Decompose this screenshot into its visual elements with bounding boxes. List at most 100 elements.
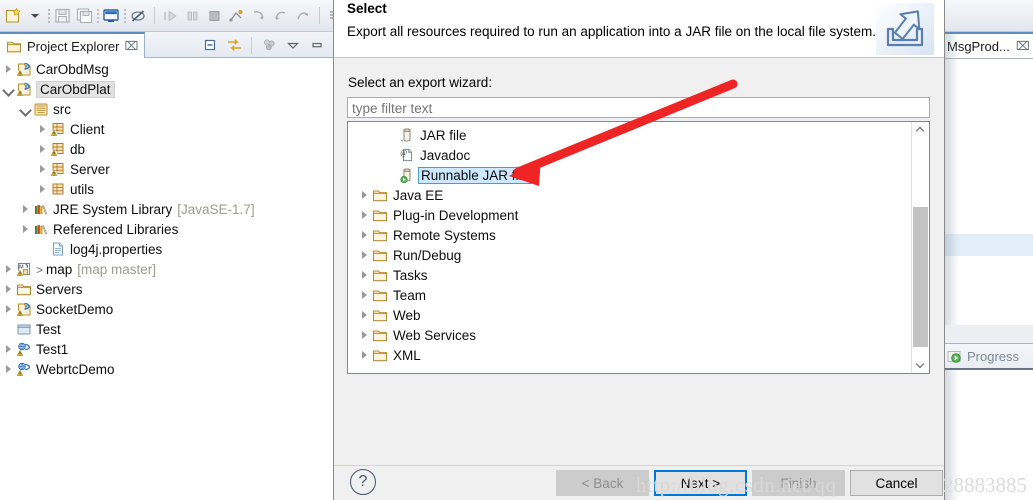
tab-progress[interactable]: Progress [947,344,1019,368]
tree-item-label: SocketDemo [36,301,114,317]
wizard-item-web[interactable]: Web [348,305,911,325]
chevron-down-icon[interactable] [2,79,15,99]
chevron-right-icon[interactable] [2,279,15,299]
chevron-right-icon[interactable] [357,245,371,265]
chevron-right-icon[interactable] [36,179,49,199]
chevron-right-icon[interactable] [357,225,371,245]
folder-icon [371,226,389,244]
tree-item-label: Referenced Libraries [53,221,179,237]
chevron-right-icon[interactable] [2,59,15,79]
progress-tab-underline [945,368,1033,370]
chevron-right-icon[interactable] [357,285,371,305]
wizard-item-javadoc[interactable]: @ Javadoc [348,145,911,165]
cancel-button[interactable]: Cancel [850,470,943,496]
chevron-right-icon[interactable] [357,185,371,205]
scroll-down-icon[interactable] [912,356,929,373]
wizard-tree-rows[interactable]: JAR file @ Javadoc Runnable JAR file Java EE… [348,122,911,373]
view-menu-icon[interactable] [257,33,281,57]
tree-item-socketdemo[interactable]: SocketDemo [0,299,333,319]
tree-item-client[interactable]: Client [0,119,333,139]
chevron-right-icon[interactable] [2,259,15,279]
wizard-item-runnable-jar-file[interactable]: Runnable JAR file [348,165,911,185]
wizard-item-remote-systems[interactable]: Remote Systems [348,225,911,245]
wizard-item-java-ee[interactable]: Java EE [348,185,911,205]
tree-item-server[interactable]: Server [0,159,333,179]
link-with-editor-icon[interactable] [222,33,246,57]
collapse-all-icon[interactable] [198,33,222,57]
save-all-icon[interactable] [73,5,95,27]
close-icon[interactable]: ⌧ [124,40,138,52]
tree-item-text: Test1 [36,342,68,357]
scrollbar-thumb[interactable] [913,207,928,347]
tree-item-webrtcdemo[interactable]: WebrtcDemo [0,359,333,379]
folder-icon [371,346,389,364]
new-wizard-icon[interactable] [2,5,24,27]
tree-item-carobdmsg[interactable]: CarObdMsg [0,59,333,79]
tree-item-text: Server [70,162,110,177]
scroll-up-icon[interactable] [912,122,929,139]
step-over-icon[interactable] [248,5,270,27]
eclipse-ide-window: Project Explorer ⌧ CarObdMsg CarObdPlat … [0,0,1033,500]
help-button[interactable]: ? [350,469,376,495]
wizard-item-run-debug[interactable]: Run/Debug [348,245,911,265]
chevron-right-icon[interactable] [2,299,15,319]
package-warning-icon [49,160,67,178]
chevron-right-icon[interactable] [36,119,49,139]
tree-item-src[interactable]: src [0,99,333,119]
chevron-down-icon[interactable] [19,99,32,119]
tree-item-map[interactable]: M > map [map master] [0,259,333,279]
package-warning-icon [49,140,67,158]
step-return-icon[interactable] [270,5,292,27]
tree-item-referenced-libraries[interactable]: Referenced Libraries [0,219,333,239]
tree-item-test1[interactable]: Test1 [0,339,333,359]
chevron-right-icon[interactable] [357,205,371,225]
chevron-right-icon[interactable] [357,305,371,325]
wizard-item-tasks[interactable]: Tasks [348,265,911,285]
wizard-list-scrollbar[interactable] [911,122,929,373]
toolbar-separator-1 [154,7,155,24]
run-icon[interactable] [160,5,182,27]
tree-item-label: JRE System Library [53,201,173,217]
chevron-right-icon[interactable] [36,159,49,179]
tree-item-test[interactable]: Test [0,319,333,339]
chevron-right-icon[interactable] [19,219,32,239]
chevron-right-icon[interactable] [357,345,371,365]
tree-item-utils[interactable]: utils [0,179,333,199]
console-icon[interactable] [100,5,122,27]
step-into-icon[interactable] [226,5,248,27]
wizard-item-web-services[interactable]: Web Services [348,325,911,345]
chevron-right-icon[interactable] [36,139,49,159]
wizard-tree-list[interactable]: JAR file @ Javadoc Runnable JAR file Java EE… [347,121,930,374]
save-icon[interactable] [51,5,73,27]
chevron-right-icon[interactable] [357,325,371,345]
chevron-right-icon[interactable] [2,359,15,379]
tree-item-label: CarObdMsg [36,61,109,77]
tree-item-log4j-properties[interactable]: log4j.properties [0,239,333,259]
wizard-item-jar-file[interactable]: JAR file [348,125,911,145]
skip-breakpoints-icon[interactable] [127,5,149,27]
stop-icon[interactable] [204,5,226,27]
minimize-icon[interactable] [305,33,329,57]
wizard-item-plug-in-development[interactable]: Plug-in Development [348,205,911,225]
chevron-right-icon[interactable] [2,339,15,359]
step-filters-icon[interactable] [292,5,314,27]
tree-item-jre-system-library[interactable]: JRE System Library [JavaSE-1.7] [0,199,333,219]
tree-item-carobdplat[interactable]: CarObdPlat [0,79,333,99]
wizard-item-team[interactable]: Team [348,285,911,305]
chevron-right-icon[interactable] [19,199,32,219]
tab-project-explorer[interactable]: Project Explorer ⌧ [0,32,146,58]
wizard-item-label: Plug-in Development [393,207,519,223]
pause-icon[interactable] [182,5,204,27]
view-dropdown-icon[interactable] [281,33,305,57]
tree-item-db[interactable]: db [0,139,333,159]
project-explorer-tree[interactable]: CarObdMsg CarObdPlat src Client db Server util… [0,59,333,500]
close-icon[interactable]: ⌧ [1016,40,1030,52]
wizard-item-xml[interactable]: XML [348,345,911,365]
filter-input[interactable] [347,97,930,118]
wizard-item-label: Web Services [393,327,477,343]
dropdown-arrow-icon[interactable] [24,5,46,27]
folder-icon [371,326,389,344]
tree-item-servers[interactable]: Servers [0,279,333,299]
chevron-right-icon[interactable] [357,265,371,285]
